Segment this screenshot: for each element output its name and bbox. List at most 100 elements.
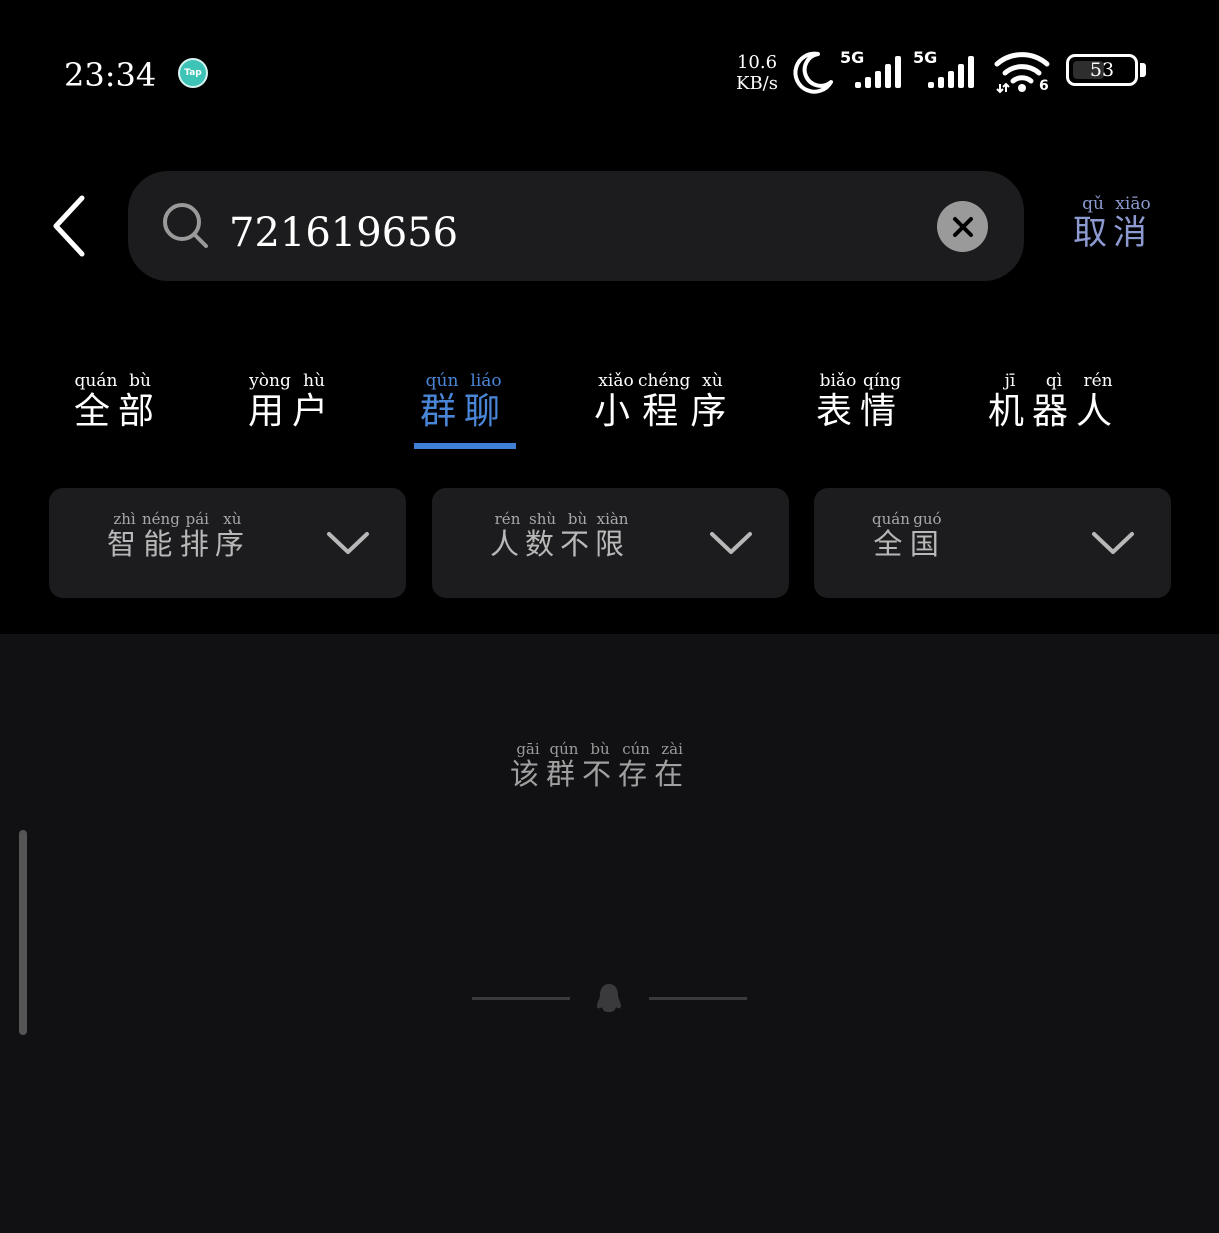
filter-pinyin: rén: [490, 510, 525, 528]
wifi-badge: 6: [1039, 78, 1049, 94]
sort-filter-dropdown[interactable]: 智zhì能néng排pái序xù: [49, 488, 406, 598]
filter-char: 国: [909, 527, 945, 561]
cancel-pinyin: xiāo: [1113, 194, 1153, 214]
tab-pinyin: hù: [292, 371, 337, 391]
tab-char: 情: [860, 391, 905, 432]
filter-pinyin: bù: [560, 510, 596, 528]
footer-divider-left: [472, 997, 570, 1000]
network-speed-value: 10.6: [736, 52, 778, 73]
network-speed: 10.6 KB/s: [734, 52, 780, 94]
network-speed-unit: KB/s: [736, 73, 778, 94]
filter-char: 限: [595, 527, 631, 561]
filter-char: 排: [179, 527, 215, 561]
tab-pinyin: quán: [74, 371, 119, 391]
tab-char: 人: [1076, 391, 1121, 432]
filter-char: 全: [872, 527, 910, 561]
back-button[interactable]: [46, 190, 96, 262]
signal-icon-2: [928, 56, 974, 88]
signal-icon: [855, 56, 901, 88]
filter-pinyin: néng: [142, 510, 180, 528]
search-input[interactable]: 721619656: [229, 210, 458, 256]
tab-stickers[interactable]: 表biǎo情qíng: [816, 371, 905, 434]
tab-all[interactable]: 全quán部bù: [74, 371, 163, 434]
tab-pinyin: jī: [988, 371, 1032, 391]
tab-pinyin: xiǎo: [594, 371, 638, 391]
tab-char: 器: [1032, 391, 1077, 432]
cancel-char: 取: [1073, 213, 1113, 253]
tab-char: 序: [690, 391, 735, 432]
tab-char: 部: [118, 391, 163, 432]
cancel-pinyin: qǔ: [1073, 194, 1113, 214]
tab-pinyin: qì: [1032, 371, 1077, 391]
tab-pinyin: qún: [420, 371, 464, 391]
region-filter-dropdown[interactable]: 全quán国guó: [814, 488, 1171, 598]
filter-pinyin: pái: [179, 510, 215, 528]
scrollbar[interactable]: [19, 830, 27, 1035]
member-count-filter-dropdown[interactable]: 人rén数shù不bù限xiàn: [432, 488, 789, 598]
filter-pinyin: xiàn: [595, 510, 631, 528]
tab-char: 全: [74, 391, 119, 432]
tab-char: 小: [594, 391, 639, 432]
tab-users[interactable]: 用yòng户hù: [248, 371, 337, 434]
tab-mini-programs[interactable]: 小xiǎo程chéng序xù: [594, 371, 735, 434]
tab-pinyin: chéng: [638, 371, 691, 391]
filter-pinyin: zhì: [107, 510, 142, 528]
search-icon: [163, 203, 208, 248]
tab-pinyin: yòng: [248, 371, 293, 391]
tap-app-icon: Tap: [178, 58, 208, 88]
tab-pinyin: qíng: [860, 371, 905, 391]
message-pinyin: gāi: [510, 740, 546, 758]
search-results-area: [0, 634, 1219, 1233]
filter-char: 数: [525, 527, 561, 561]
message-pinyin: zài: [654, 740, 691, 758]
clear-search-button[interactable]: [937, 201, 988, 252]
battery-icon: 53: [1066, 54, 1138, 86]
tab-pinyin: liáo: [464, 371, 509, 391]
group-not-found-message: 该gāi群qún不bù存cún在zài: [510, 740, 691, 793]
tab-pinyin: bù: [118, 371, 163, 391]
tab-char: 机: [988, 391, 1033, 432]
message-pinyin: qún: [546, 740, 583, 758]
tab-char: 聊: [464, 391, 509, 432]
filter-char: 序: [214, 527, 250, 561]
cancel-button[interactable]: 取qǔ消xiāo: [1073, 194, 1153, 254]
filter-char: 智: [107, 527, 143, 561]
tab-pinyin: rén: [1076, 371, 1121, 391]
message-char: 在: [654, 757, 691, 791]
filter-pinyin: quán: [872, 510, 910, 528]
filter-pinyin: guó: [909, 510, 945, 528]
filter-pinyin: xù: [214, 510, 250, 528]
message-char: 不: [582, 757, 619, 791]
message-char: 存: [618, 757, 655, 791]
footer-divider-right: [649, 997, 747, 1000]
filter-pinyin: shù: [525, 510, 561, 528]
battery-cap: [1140, 63, 1146, 77]
tab-char: 用: [248, 391, 293, 432]
cancel-char: 消: [1113, 213, 1153, 253]
message-char: 群: [546, 757, 583, 791]
chevron-down-icon: [327, 532, 369, 554]
penguin-icon: [597, 984, 621, 1012]
filter-label: 人rén数shù不bù限xiàn: [490, 510, 631, 563]
chevron-down-icon: [710, 532, 752, 554]
message-char: 该: [510, 757, 547, 791]
tab-group-chats[interactable]: 群qún聊liáo: [420, 371, 509, 434]
tab-char: 户: [292, 391, 337, 432]
moon-icon: [793, 51, 833, 94]
battery-percent: 53: [1089, 59, 1115, 81]
filter-char: 不: [560, 527, 596, 561]
tab-char: 表: [816, 391, 861, 432]
tap-app-label: Tap: [184, 68, 202, 78]
message-pinyin: bù: [582, 740, 619, 758]
filter-label: 全quán国guó: [872, 510, 945, 563]
active-tab-indicator: [414, 443, 516, 449]
close-icon: [952, 216, 973, 237]
status-time: 23:34: [64, 56, 157, 94]
tab-bots[interactable]: 机jī器qì人rén: [988, 371, 1121, 434]
tab-char: 群: [420, 391, 465, 432]
filter-char: 能: [142, 527, 180, 561]
filter-char: 人: [490, 527, 526, 561]
message-pinyin: cún: [618, 740, 655, 758]
filter-label: 智zhì能néng排pái序xù: [107, 510, 250, 563]
chevron-down-icon: [1092, 532, 1134, 554]
